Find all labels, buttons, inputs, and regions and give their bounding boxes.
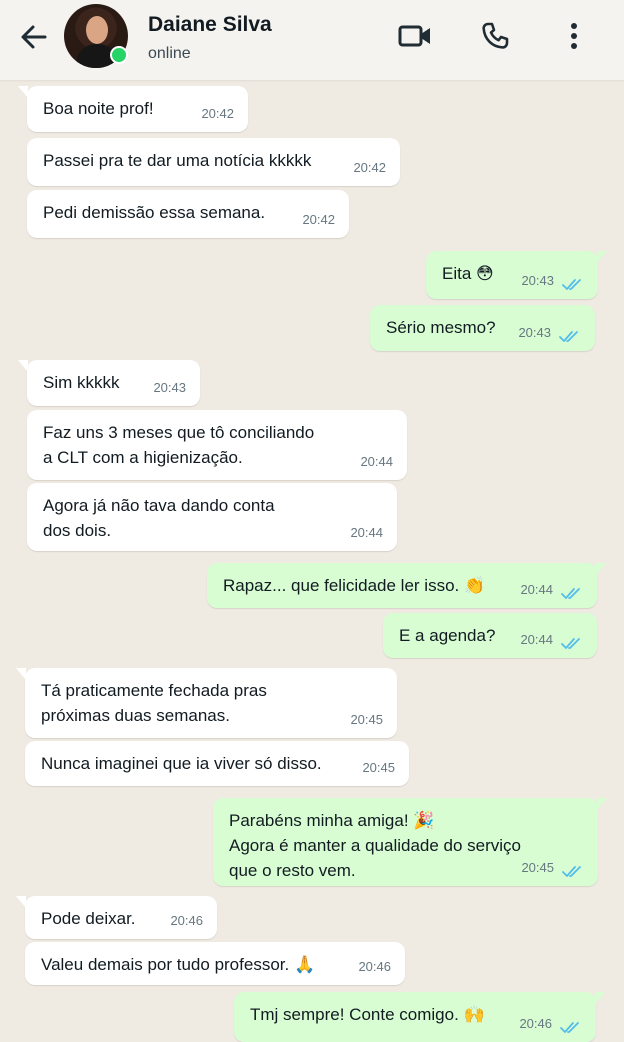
read-receipt-icon [562,866,581,877]
phone-icon [482,22,509,49]
read-receipt-icon [561,588,580,599]
message-text: Valeu demais por tudo professor. 🙏 [41,955,316,974]
message-text: Sério mesmo? [386,318,496,337]
online-indicator [110,46,128,64]
message-time: 20:42 [201,106,234,121]
message-time: 20:44 [520,582,553,597]
message-text: Pedi demissão essa semana. [43,203,266,222]
message-time: 20:43 [521,273,554,288]
message-text: Tá praticamente fechada pras próximas du… [41,681,267,725]
more-options-button[interactable] [554,18,594,54]
message-text: Tmj sempre! Conte comigo. 🙌 [250,1005,485,1024]
message-text: Boa noite prof! [43,99,154,118]
chat-header: Daiane Silva online [0,0,624,80]
incoming-message[interactable]: Agora já não tava dando conta dos dois. 2… [27,483,397,551]
incoming-message[interactable]: Boa noite prof! 20:42 [18,86,248,132]
message-time: 20:45 [362,760,395,775]
back-button[interactable] [14,20,54,54]
outgoing-message[interactable]: Sério mesmo? 20:43 [370,305,595,351]
message-text: Sim kkkkk [43,373,120,392]
message-time: 20:42 [353,160,386,175]
message-time: 20:42 [302,212,335,227]
incoming-message[interactable]: Faz uns 3 meses que tô conciliando a CLT… [27,410,407,480]
message-text: Agora já não tava dando conta dos dois. [43,496,275,540]
incoming-message[interactable]: Passei pra te dar uma notícia kkkkk 20:42 [27,138,400,186]
incoming-message[interactable]: Pode deixar. 20:46 [16,896,217,939]
read-receipt-icon [560,1022,579,1033]
message-text: Passei pra te dar uma notícia kkkkk [43,151,312,170]
message-time: 20:43 [518,325,551,340]
message-text: Eita 😳 [442,264,494,283]
incoming-message[interactable]: Pedi demissão essa semana. 20:42 [27,190,349,238]
message-text: E a agenda? [399,626,496,645]
incoming-message[interactable]: Tá praticamente fechada pras próximas du… [16,668,397,738]
message-text: Faz uns 3 meses que tô conciliando a CLT… [43,423,315,467]
message-time: 20:46 [170,913,203,928]
more-vertical-icon [571,23,577,49]
message-text: Parabéns minha amiga! 🎉 Agora é manter a… [229,811,522,880]
message-text: Nunca imaginei que ia viver só disso. [41,754,322,773]
message-time: 20:43 [153,380,186,395]
read-receipt-icon [561,638,580,649]
contact-status: online [148,45,191,62]
video-camera-icon [398,25,430,47]
read-receipt-icon [562,279,581,290]
message-time: 20:46 [358,959,391,974]
arrow-left-icon [21,25,47,49]
outgoing-message[interactable]: Tmj sempre! Conte comigo. 🙌 20:46 [234,992,605,1042]
message-time: 20:45 [350,712,383,727]
read-receipt-icon [559,331,578,342]
message-text: Pode deixar. [41,909,136,928]
video-call-button[interactable] [395,18,435,54]
outgoing-message[interactable]: Eita 😳 20:43 [426,251,607,299]
contact-name[interactable]: Daiane Silva [148,13,272,37]
incoming-message[interactable]: Nunca imaginei que ia viver só disso. 20:… [25,741,409,786]
message-time: 20:44 [350,525,383,540]
outgoing-message[interactable]: E a agenda? 20:44 [383,613,597,658]
avatar[interactable] [64,4,128,68]
message-time: 20:45 [521,860,554,875]
message-time: 20:44 [520,632,553,647]
message-text: Rapaz... que felicidade ler isso. 👏 [223,576,486,595]
incoming-message[interactable]: Sim kkkkk 20:43 [18,360,200,406]
message-time: 20:44 [360,454,393,469]
incoming-message[interactable]: Valeu demais por tudo professor. 🙏 20:46 [25,942,405,985]
outgoing-message[interactable]: Parabéns minha amiga! 🎉 Agora é manter a… [213,798,607,886]
outgoing-message[interactable]: Rapaz... que felicidade ler isso. 👏 20:44 [207,563,606,608]
voice-call-button[interactable] [475,18,515,54]
